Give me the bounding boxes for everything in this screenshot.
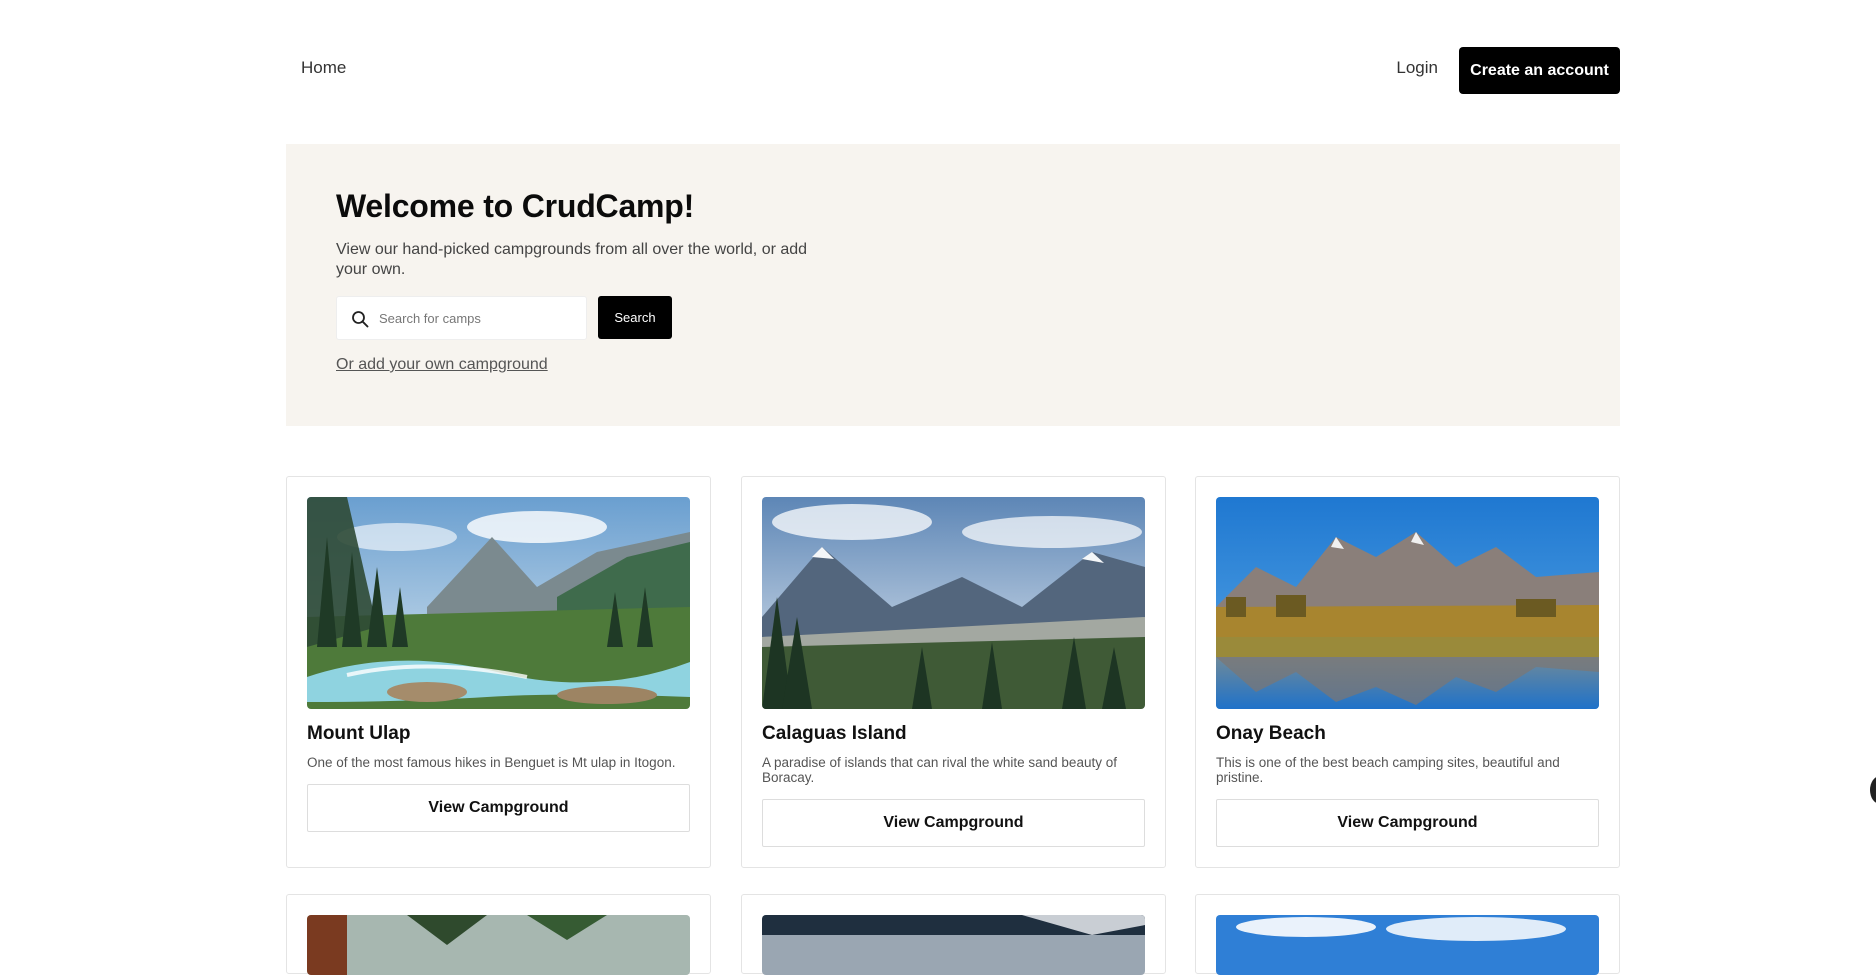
campground-card: Mount Ulap One of the most famous hikes … [286, 476, 711, 868]
campground-title: Mount Ulap [307, 723, 411, 744]
campground-image[interactable] [1216, 915, 1599, 975]
add-campground-link[interactable]: Or add your own campground [336, 356, 548, 374]
floating-avatar[interactable] [1870, 776, 1876, 804]
hero-title: Welcome to CrudCamp! [336, 188, 695, 224]
view-campground-button[interactable]: View Campground [307, 784, 690, 832]
top-nav: Home Login Create an account [286, 47, 1620, 94]
campground-image[interactable] [1216, 497, 1599, 709]
nav-home-link[interactable]: Home [301, 58, 346, 78]
search-input[interactable] [377, 297, 582, 339]
search-box [336, 296, 587, 340]
view-campground-button[interactable]: View Campground [762, 799, 1145, 847]
campground-title: Calaguas Island [762, 723, 907, 744]
campground-image[interactable] [307, 497, 690, 709]
campground-card [741, 894, 1166, 975]
campground-description: A paradise of islands that can rival the… [762, 755, 1117, 785]
campground-image[interactable] [762, 915, 1145, 975]
create-account-button[interactable]: Create an account [1459, 47, 1620, 94]
campground-card [286, 894, 711, 975]
hero-subtitle: View our hand-picked campgrounds from al… [336, 241, 808, 278]
campground-image[interactable] [307, 915, 690, 975]
campground-card: Onay Beach This is one of the best beach… [1195, 476, 1620, 868]
hero-section: Welcome to CrudCamp! View our hand-picke… [286, 144, 1620, 426]
search-icon [352, 311, 369, 328]
nav-login-link[interactable]: Login [1396, 58, 1438, 78]
campground-card [1195, 894, 1620, 975]
campground-description: This is one of the best beach camping si… [1216, 755, 1560, 785]
campground-image[interactable] [762, 497, 1145, 709]
view-campground-button[interactable]: View Campground [1216, 799, 1599, 847]
search-button[interactable]: Search [598, 296, 672, 339]
campground-card: Calaguas Island A paradise of islands th… [741, 476, 1166, 868]
campground-description: One of the most famous hikes in Benguet … [307, 755, 676, 770]
campground-title: Onay Beach [1216, 723, 1326, 744]
